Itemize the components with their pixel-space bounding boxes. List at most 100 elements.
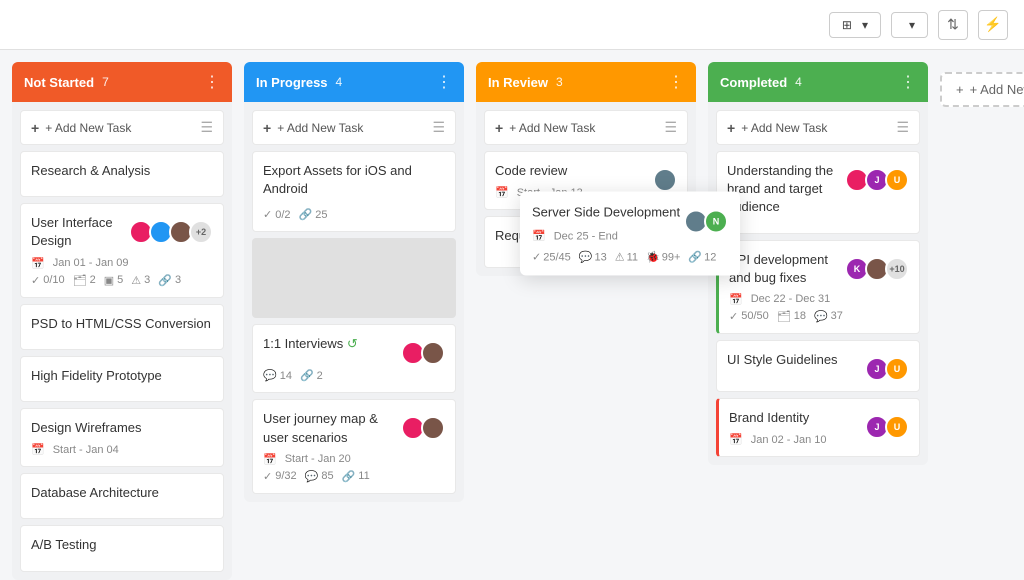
stat-val: 99+ (662, 251, 681, 263)
stat-val: 2 (317, 370, 323, 382)
column-title: In Review (488, 75, 548, 90)
stat-val: 12 (704, 251, 716, 263)
card-title: Brand Identity (729, 409, 865, 427)
add-task-row[interactable]: + + Add New Task ☰ (484, 110, 688, 145)
card-avatars: JU (865, 415, 909, 439)
task-card[interactable]: A/B Testing (20, 525, 224, 571)
popup-card-meta: 📅 Dec 25 - End (532, 230, 684, 243)
task-card[interactable]: High Fidelity Prototype (20, 356, 224, 402)
task-card[interactable]: PSD to HTML/CSS Conversion (20, 304, 224, 350)
card-row: API development and bug fixes 📅 Dec 22 -… (729, 251, 909, 306)
card-title: PSD to HTML/CSS Conversion (31, 315, 213, 333)
customize-button[interactable]: ⊞ ▾ (829, 12, 881, 38)
stat-item: 💬 85 (305, 470, 334, 483)
stat-icon: ✓ (729, 310, 738, 323)
stat-item: ⚠ 3 (131, 274, 150, 287)
stat-val: 5 (117, 274, 123, 286)
column-menu-button[interactable]: ⋮ (436, 72, 452, 92)
calendar-icon: 📅 (729, 433, 743, 446)
avatar (421, 341, 445, 365)
task-card[interactable]: 1:1 Interviews ↺ 💬 14 🔗 2 (252, 324, 456, 393)
column-header-left: Completed 4 (720, 75, 802, 90)
date-text: Start - Jan 04 (53, 444, 119, 456)
stat-icon: 🗂 (777, 310, 791, 323)
card-stats: ✓ 0/10 🗂 2 ▣ 5 ⚠ 3 🔗 3 (31, 274, 213, 287)
task-card[interactable]: Understanding the brand and target audie… (716, 151, 920, 234)
card-left: PSD to HTML/CSS Conversion (31, 315, 213, 339)
add-task-row[interactable]: + + Add New Task ☰ (20, 110, 224, 145)
card-left: Research & Analysis (31, 162, 213, 186)
card-avatars: +2 (129, 220, 213, 244)
repeat-icon: ↺ (347, 336, 358, 351)
task-card[interactable]: UI Style GuidelinesJU (716, 340, 920, 392)
card-meta: 📅 Start - Jan 04 (31, 443, 213, 456)
stat-val: 0/10 (43, 274, 64, 286)
add-icon: + (31, 120, 39, 136)
column-not-started: Not Started 7 ⋮ + + Add New Task ☰ Resea… (12, 62, 232, 580)
stat-item: 🗂 18 (777, 310, 806, 323)
task-card[interactable]: Research & Analysis (20, 151, 224, 197)
column-menu-button[interactable]: ⋮ (668, 72, 684, 92)
card-meta: 📅 Jan 02 - Jan 10 (729, 433, 865, 446)
card-row: User journey map & user scenarios 📅 Star… (263, 410, 445, 465)
stat-val: 25 (315, 209, 327, 221)
card-row: Export Assets for iOS and Android (263, 162, 445, 204)
stat-item: 🔗 3 (158, 274, 181, 287)
calendar-icon: 📅 (31, 443, 45, 456)
add-task-row[interactable]: + + Add New Task ☰ (716, 110, 920, 145)
stat-icon: 💬 (814, 310, 828, 323)
filter-button[interactable]: ⚡ (978, 10, 1008, 40)
add-task-left: + + Add New Task (727, 120, 827, 136)
column-count: 7 (102, 75, 109, 89)
card-avatars: JU (865, 357, 909, 381)
column-menu-button[interactable]: ⋮ (204, 72, 220, 92)
calendar-icon: 📅 (729, 293, 743, 306)
task-card[interactable]: User journey map & user scenarios 📅 Star… (252, 399, 456, 493)
avatar: U (885, 357, 909, 381)
column-in-progress: In Progress 4 ⋮ + + Add New Task ☰ Expor… (244, 62, 464, 502)
date-text: Jan 02 - Jan 10 (751, 434, 827, 446)
stat-icon: ✓ (263, 208, 272, 221)
card-row: Database Architecture (31, 484, 213, 508)
task-card[interactable]: Database Architecture (20, 473, 224, 519)
card-left: Brand Identity 📅 Jan 02 - Jan 10 (729, 409, 865, 446)
column-body-completed: + + Add New Task ☰ Understanding the bra… (708, 102, 928, 465)
stat-val: 0/2 (275, 209, 290, 221)
card-row: User Interface Design 📅 Jan 01 - Jan 09 … (31, 214, 213, 269)
task-card[interactable]: API development and bug fixes 📅 Dec 22 -… (716, 240, 920, 334)
add-task-row[interactable]: + + Add New Task ☰ (252, 110, 456, 145)
task-card[interactable]: Export Assets for iOS and Android ✓ 0/2 … (252, 151, 456, 232)
sort-button[interactable]: ⇅ (938, 10, 968, 40)
column-header-in-review: In Review 3 ⋮ (476, 62, 696, 102)
stat-item: 🐞99+ (646, 251, 680, 264)
column-header-left: Not Started 7 (24, 75, 109, 90)
card-left: A/B Testing (31, 536, 213, 560)
task-card[interactable]: Brand Identity 📅 Jan 02 - Jan 10 JU (716, 398, 920, 457)
card-row: UI Style GuidelinesJU (727, 351, 909, 381)
card-title: Research & Analysis (31, 162, 213, 180)
stat-item: 🔗 11 (342, 470, 370, 483)
show-filter-button[interactable]: ▾ (891, 12, 928, 38)
task-card[interactable]: User Interface Design 📅 Jan 01 - Jan 09 … (20, 203, 224, 297)
date-text: Start - Jan 20 (285, 453, 351, 465)
card-title: User Interface Design (31, 214, 129, 250)
card-left: User journey map & user scenarios 📅 Star… (263, 410, 401, 465)
stat-icon: ⚠ (615, 251, 625, 264)
column-header-completed: Completed 4 ⋮ (708, 62, 928, 102)
date-text: Jan 01 - Jan 09 (53, 257, 129, 269)
stat-val: 85 (321, 470, 333, 482)
card-row: 1:1 Interviews ↺ (263, 335, 445, 365)
card-avatars (653, 168, 677, 192)
add-new-column-button[interactable]: + + Add New (940, 72, 1024, 107)
stat-item: 💬 14 (263, 369, 292, 382)
stat-item: 💬13 (579, 251, 607, 264)
column-menu-button[interactable]: ⋮ (900, 72, 916, 92)
stat-item: ✓ 0/2 (263, 208, 291, 221)
add-icon: + (495, 120, 503, 136)
stat-item: ✓25/45 (532, 251, 571, 264)
calendar-icon: 📅 (495, 186, 509, 199)
stat-val: 37 (831, 310, 843, 322)
add-task-left: + + Add New Task (263, 120, 363, 136)
task-card[interactable]: Design Wireframes 📅 Start - Jan 04 (20, 408, 224, 467)
stat-item: 🔗 2 (300, 369, 323, 382)
